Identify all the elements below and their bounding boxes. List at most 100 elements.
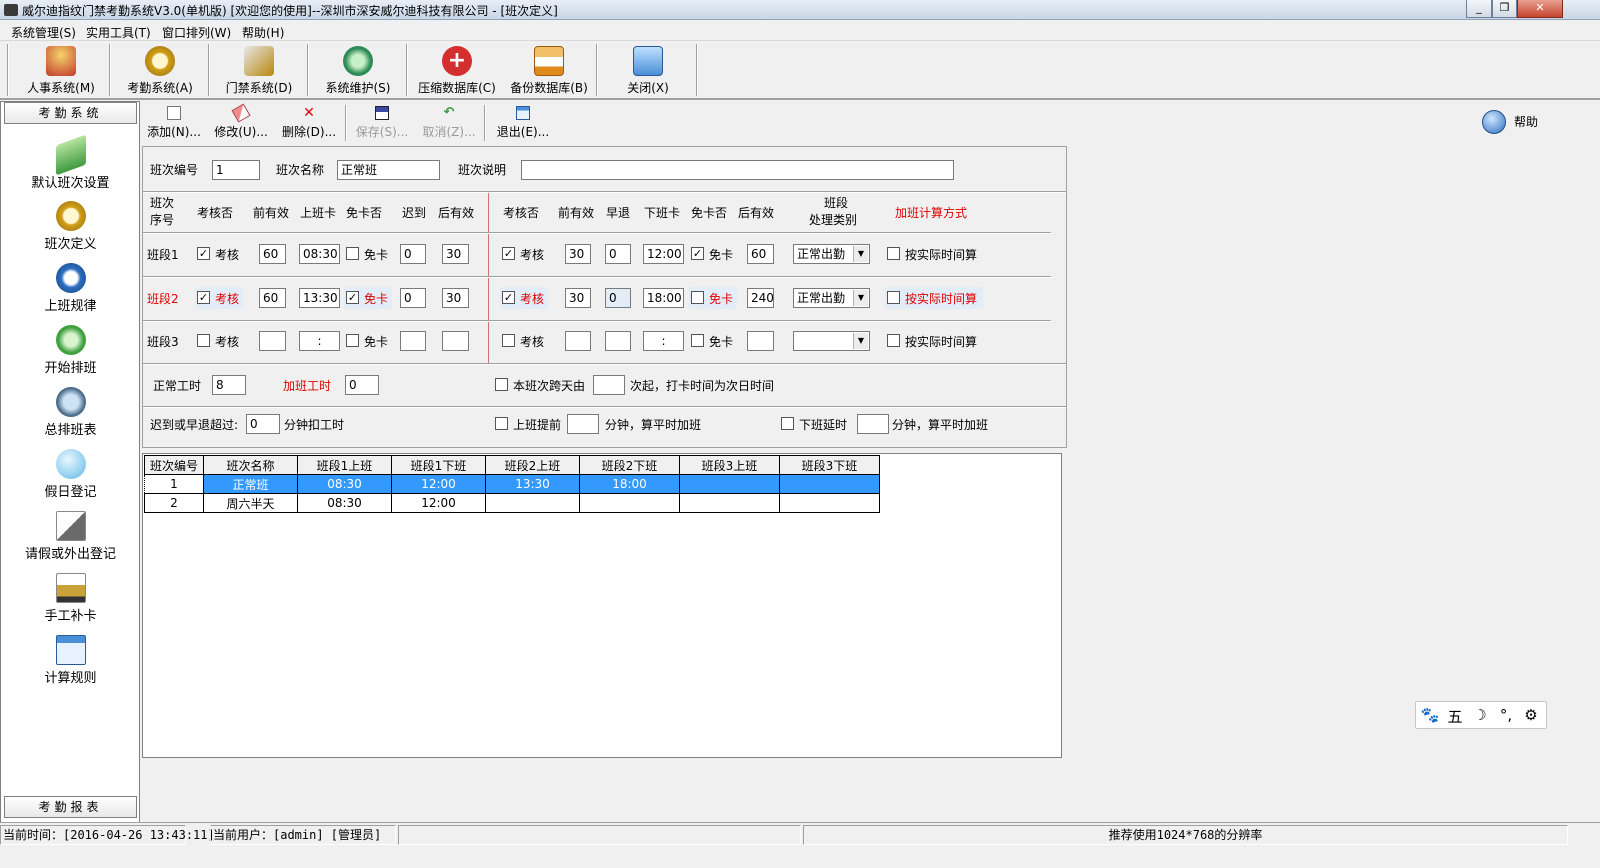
segment-3-out-before-input[interactable]: [565, 331, 591, 351]
toolbar-backup-db-button[interactable]: 备份数据库(B): [505, 42, 593, 98]
close-window-button[interactable]: ✕: [1517, 0, 1563, 18]
segment-1-out-after-input[interactable]: 60: [747, 244, 774, 264]
cancel-button[interactable]: ↶ 取消(Z)...: [416, 103, 482, 143]
delay-input[interactable]: [857, 414, 889, 434]
ime-moon-icon[interactable]: ☽: [1470, 706, 1490, 724]
segment-3-clock-in-input[interactable]: :: [299, 331, 340, 351]
help-button[interactable]: 帮助: [1482, 110, 1552, 136]
segment-1-in-exempt-checkbox[interactable]: [346, 247, 359, 260]
ime-paw-icon[interactable]: 🐾: [1420, 706, 1440, 724]
segment-1-out-exempt-checkbox[interactable]: ✓: [691, 247, 704, 260]
segment-3-early-input[interactable]: [605, 331, 631, 351]
cross-day-input[interactable]: [593, 375, 625, 395]
segment-1-out-before-input[interactable]: 30: [565, 244, 591, 264]
segment-3-in-after-input[interactable]: [442, 331, 469, 351]
menu-system[interactable]: 系统管理(S): [11, 24, 76, 41]
segment-2-clock-out-input[interactable]: 18:00: [643, 288, 684, 308]
toolbar-access-button[interactable]: 门禁系统(D): [211, 42, 307, 98]
segment-3-in-check-checkbox[interactable]: [197, 334, 210, 347]
segment-1-early-input[interactable]: 0: [605, 244, 631, 264]
grid-header-name[interactable]: 班次名称: [203, 455, 298, 475]
menu-help[interactable]: 帮助(H): [242, 24, 284, 41]
exit-button[interactable]: 退出(E)...: [489, 103, 557, 143]
toolbar-hr-button[interactable]: 人事系统(M): [12, 42, 110, 98]
segment-1-type-select[interactable]: 正常出勤 ▼: [793, 244, 870, 264]
segment-2-early-input[interactable]: 0: [605, 288, 631, 308]
grid-cell[interactable]: 13:30: [485, 474, 580, 494]
minimize-button[interactable]: _: [1466, 0, 1492, 18]
segment-1-late-input[interactable]: 0: [400, 244, 426, 264]
grid-header-seg2-in[interactable]: 班段2上班: [485, 455, 580, 475]
nav-footer-reports[interactable]: 考勤报表: [4, 796, 137, 818]
late-early-input[interactable]: 0: [246, 414, 280, 434]
ime-punct-icon[interactable]: °,: [1496, 706, 1516, 724]
ime-settings-icon[interactable]: ⚙: [1521, 706, 1541, 724]
segment-2-out-before-input[interactable]: 30: [565, 288, 591, 308]
grid-cell[interactable]: [679, 474, 780, 494]
shift-code-input[interactable]: 1: [212, 160, 260, 180]
nav-item-work-rules[interactable]: 上班规律: [4, 263, 137, 321]
toolbar-attendance-button[interactable]: 考勤系统(A): [112, 42, 208, 98]
grid-cell[interactable]: 18:00: [579, 474, 680, 494]
early-start-checkbox[interactable]: [495, 417, 508, 430]
segment-2-out-after-input[interactable]: 240: [747, 288, 774, 308]
delete-button[interactable]: ✕ 删除(D)...: [276, 103, 342, 143]
nav-item-start-scheduling[interactable]: 开始排班: [4, 325, 137, 383]
grid-header-seg1-in[interactable]: 班段1上班: [297, 455, 392, 475]
segment-3-clock-out-input[interactable]: :: [643, 331, 684, 351]
segment-3-in-before-input[interactable]: [259, 331, 286, 351]
grid-cell[interactable]: 正常班: [203, 474, 298, 494]
segment-3-type-select[interactable]: ▼: [793, 331, 870, 351]
segment-1-clock-out-input[interactable]: 12:00: [643, 244, 684, 264]
grid-cell[interactable]: 12:00: [391, 493, 486, 513]
segment-1-out-check-checkbox[interactable]: ✓: [502, 247, 515, 260]
table-row[interactable]: 2 周六半天 08:30 12:00: [144, 493, 880, 513]
segment-2-out-exempt-checkbox[interactable]: [691, 291, 704, 304]
grid-cell[interactable]: [679, 493, 780, 513]
segment-1-in-check-checkbox[interactable]: ✓: [197, 247, 210, 260]
segment-2-in-check-checkbox[interactable]: ✓: [197, 291, 210, 304]
menu-window[interactable]: 窗口排列(W): [162, 24, 231, 41]
delay-checkbox[interactable]: [781, 417, 794, 430]
shift-desc-input[interactable]: [521, 160, 954, 180]
ot-hours-input[interactable]: 0: [345, 375, 379, 395]
segment-3-out-after-input[interactable]: [747, 331, 774, 351]
segment-1-clock-in-input[interactable]: 08:30: [299, 244, 340, 264]
grid-header-seg3-in[interactable]: 班段3上班: [679, 455, 780, 475]
grid-header-seg2-out[interactable]: 班段2下班: [579, 455, 680, 475]
segment-3-in-exempt-checkbox[interactable]: [346, 334, 359, 347]
nav-item-holiday-registration[interactable]: 假日登记: [4, 449, 137, 507]
segment-2-out-check-checkbox[interactable]: ✓: [502, 291, 515, 304]
grid-cell[interactable]: 08:30: [297, 474, 392, 494]
toolbar-close-button[interactable]: 关闭(X): [600, 42, 696, 98]
segment-2-in-exempt-checkbox[interactable]: ✓: [346, 291, 359, 304]
nav-item-master-schedule[interactable]: 总排班表: [4, 387, 137, 445]
segment-3-out-check-checkbox[interactable]: [502, 334, 515, 347]
segment-2-type-select[interactable]: 正常出勤 ▼: [793, 288, 870, 308]
add-button[interactable]: 添加(N)...: [142, 103, 206, 143]
segment-2-late-input[interactable]: 0: [400, 288, 426, 308]
segment-2-in-after-input[interactable]: 30: [442, 288, 469, 308]
segment-3-out-exempt-checkbox[interactable]: [691, 334, 704, 347]
grid-cell[interactable]: 12:00: [391, 474, 486, 494]
grid-cell[interactable]: 1: [144, 474, 204, 494]
ime-wubi-icon[interactable]: 五: [1445, 706, 1465, 727]
grid-cell[interactable]: 08:30: [297, 493, 392, 513]
segment-2-in-before-input[interactable]: 60: [259, 288, 286, 308]
grid-cell[interactable]: [779, 474, 880, 494]
grid-cell[interactable]: 周六半天: [203, 493, 298, 513]
grid-cell[interactable]: 2: [144, 493, 204, 513]
segment-1-in-before-input[interactable]: 60: [259, 244, 286, 264]
nav-item-shift-definition[interactable]: 班次定义: [4, 201, 137, 259]
segment-3-late-input[interactable]: [400, 331, 426, 351]
segment-2-clock-in-input[interactable]: 13:30: [299, 288, 340, 308]
nav-item-calc-rules[interactable]: 计算规则: [4, 635, 137, 693]
nav-item-manual-punch[interactable]: 手工补卡: [4, 573, 137, 631]
grid-cell[interactable]: [579, 493, 680, 513]
normal-hours-input[interactable]: 8: [212, 375, 246, 395]
grid-cell[interactable]: [779, 493, 880, 513]
toolbar-compress-db-button[interactable]: + 压缩数据库(C): [409, 42, 505, 98]
toolbar-maintenance-button[interactable]: 系统维护(S): [310, 42, 406, 98]
segment-1-in-after-input[interactable]: 30: [442, 244, 469, 264]
restore-button[interactable]: ❐: [1492, 0, 1517, 18]
